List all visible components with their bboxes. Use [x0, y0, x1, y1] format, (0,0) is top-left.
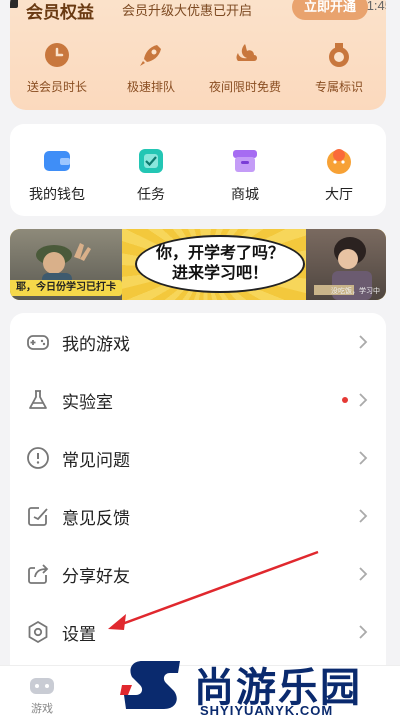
- feedback-icon: [28, 507, 48, 526]
- menu-label: 常见问题: [62, 450, 130, 470]
- gear-icon: [28, 620, 48, 644]
- menu-item-my-games[interactable]: 我的游戏: [10, 313, 386, 371]
- menu-item-faq[interactable]: 常见问题: [10, 429, 386, 487]
- banner-caption: 耶，今日份学习已打卡: [10, 280, 122, 296]
- quick-label: 我的钱包: [29, 186, 85, 202]
- menu-item-lab[interactable]: 实验室: [10, 371, 386, 429]
- chevron-right-icon: [359, 567, 368, 581]
- menu-label: 实验室: [62, 392, 113, 412]
- share-icon: [28, 564, 49, 584]
- menu-item-settings[interactable]: 设置: [10, 603, 386, 661]
- speech-bubble: 你，开学考了吗？ 进来学习吧！: [135, 235, 305, 293]
- bubble-line-2: 进来学习吧！: [171, 265, 268, 282]
- question-icon: [27, 447, 49, 469]
- perk-fast-queue[interactable]: 极速排队: [104, 40, 198, 95]
- perk-label: 送会员时长: [26, 80, 87, 94]
- menu-item-feedback[interactable]: 意见反馈: [10, 487, 386, 545]
- chevron-right-icon: [359, 509, 368, 523]
- quick-label: 任务: [137, 186, 165, 202]
- shop-icon: [230, 146, 260, 176]
- status-time: 1:45: [366, 0, 386, 13]
- banner-right-caption: 没吃饭，学习中: [331, 288, 380, 295]
- chevron-right-icon: [359, 335, 368, 349]
- gamepad-nav-icon: [30, 678, 54, 694]
- menu-label: 我的游戏: [62, 334, 130, 354]
- watermark-url: SHYIYUANYK.COM: [200, 703, 334, 718]
- bubble-line-1: 你，开学考了吗？: [155, 245, 284, 262]
- menu-label: 分享好友: [62, 566, 130, 586]
- shop-button[interactable]: 商城: [198, 124, 292, 216]
- clock-icon: [42, 40, 72, 70]
- perk-label: 夜间限时免费: [208, 80, 281, 94]
- vip-title: 会员权益: [26, 3, 94, 22]
- perk-member-time[interactable]: 送会员时长: [10, 40, 104, 95]
- menu-label: 设置: [62, 624, 96, 644]
- hall-button[interactable]: 大厅: [292, 124, 386, 216]
- nav-games-tab[interactable]: 游戏: [20, 674, 64, 716]
- tasks-button[interactable]: 任务: [104, 124, 198, 216]
- perk-label: 极速排队: [126, 80, 175, 94]
- rocket-icon: [136, 40, 166, 70]
- badge-icon: [324, 40, 354, 70]
- quick-actions: 我的钱包 任务 商城 大厅: [10, 124, 386, 216]
- quick-label: 商城: [231, 186, 259, 202]
- notification-dot: [342, 397, 348, 403]
- flask-icon: [29, 390, 47, 409]
- watermark-logo-icon: [120, 661, 180, 709]
- promo-banner[interactable]: 耶，今日份学习已打卡 你，开学考了吗？ 进来学习吧！ 没吃饭，学习中: [10, 229, 386, 300]
- menu-list: 我的游戏 实验室 常见问题 意见反馈 分享好友 设置: [10, 313, 386, 665]
- nav-games-label: 游戏: [31, 703, 53, 715]
- vip-card[interactable]: 会员权益 会员升级大优惠已开启 立即开通 1:45 送会员时长 极速排队 夜间限…: [10, 0, 386, 110]
- chevron-right-icon: [359, 393, 368, 407]
- wallet-button[interactable]: 我的钱包: [10, 124, 104, 216]
- watermark: 尚游乐园 SHYIYUANYK.COM: [120, 655, 400, 721]
- menu-label: 意见反馈: [62, 508, 130, 528]
- task-icon: [136, 146, 166, 176]
- quick-label: 大厅: [325, 186, 353, 202]
- moon-cloud-icon: [230, 40, 260, 70]
- status-icon: [10, 0, 18, 8]
- gamepad-icon: [27, 335, 49, 350]
- banner-right-photo: 没吃饭，学习中: [306, 229, 386, 300]
- perk-badge[interactable]: 专属标识: [292, 40, 386, 95]
- chevron-right-icon: [359, 451, 368, 465]
- hall-icon: [324, 146, 354, 176]
- menu-item-share[interactable]: 分享好友: [10, 545, 386, 603]
- chevron-right-icon: [359, 625, 368, 639]
- vip-open-button[interactable]: 立即开通: [292, 0, 368, 20]
- wallet-icon: [42, 146, 72, 176]
- vip-subtitle: 会员升级大优惠已开启: [122, 3, 253, 18]
- perk-night-free[interactable]: 夜间限时免费: [198, 40, 292, 95]
- perk-label: 专属标识: [314, 80, 363, 94]
- banner-left-photo: 耶，今日份学习已打卡: [10, 229, 122, 300]
